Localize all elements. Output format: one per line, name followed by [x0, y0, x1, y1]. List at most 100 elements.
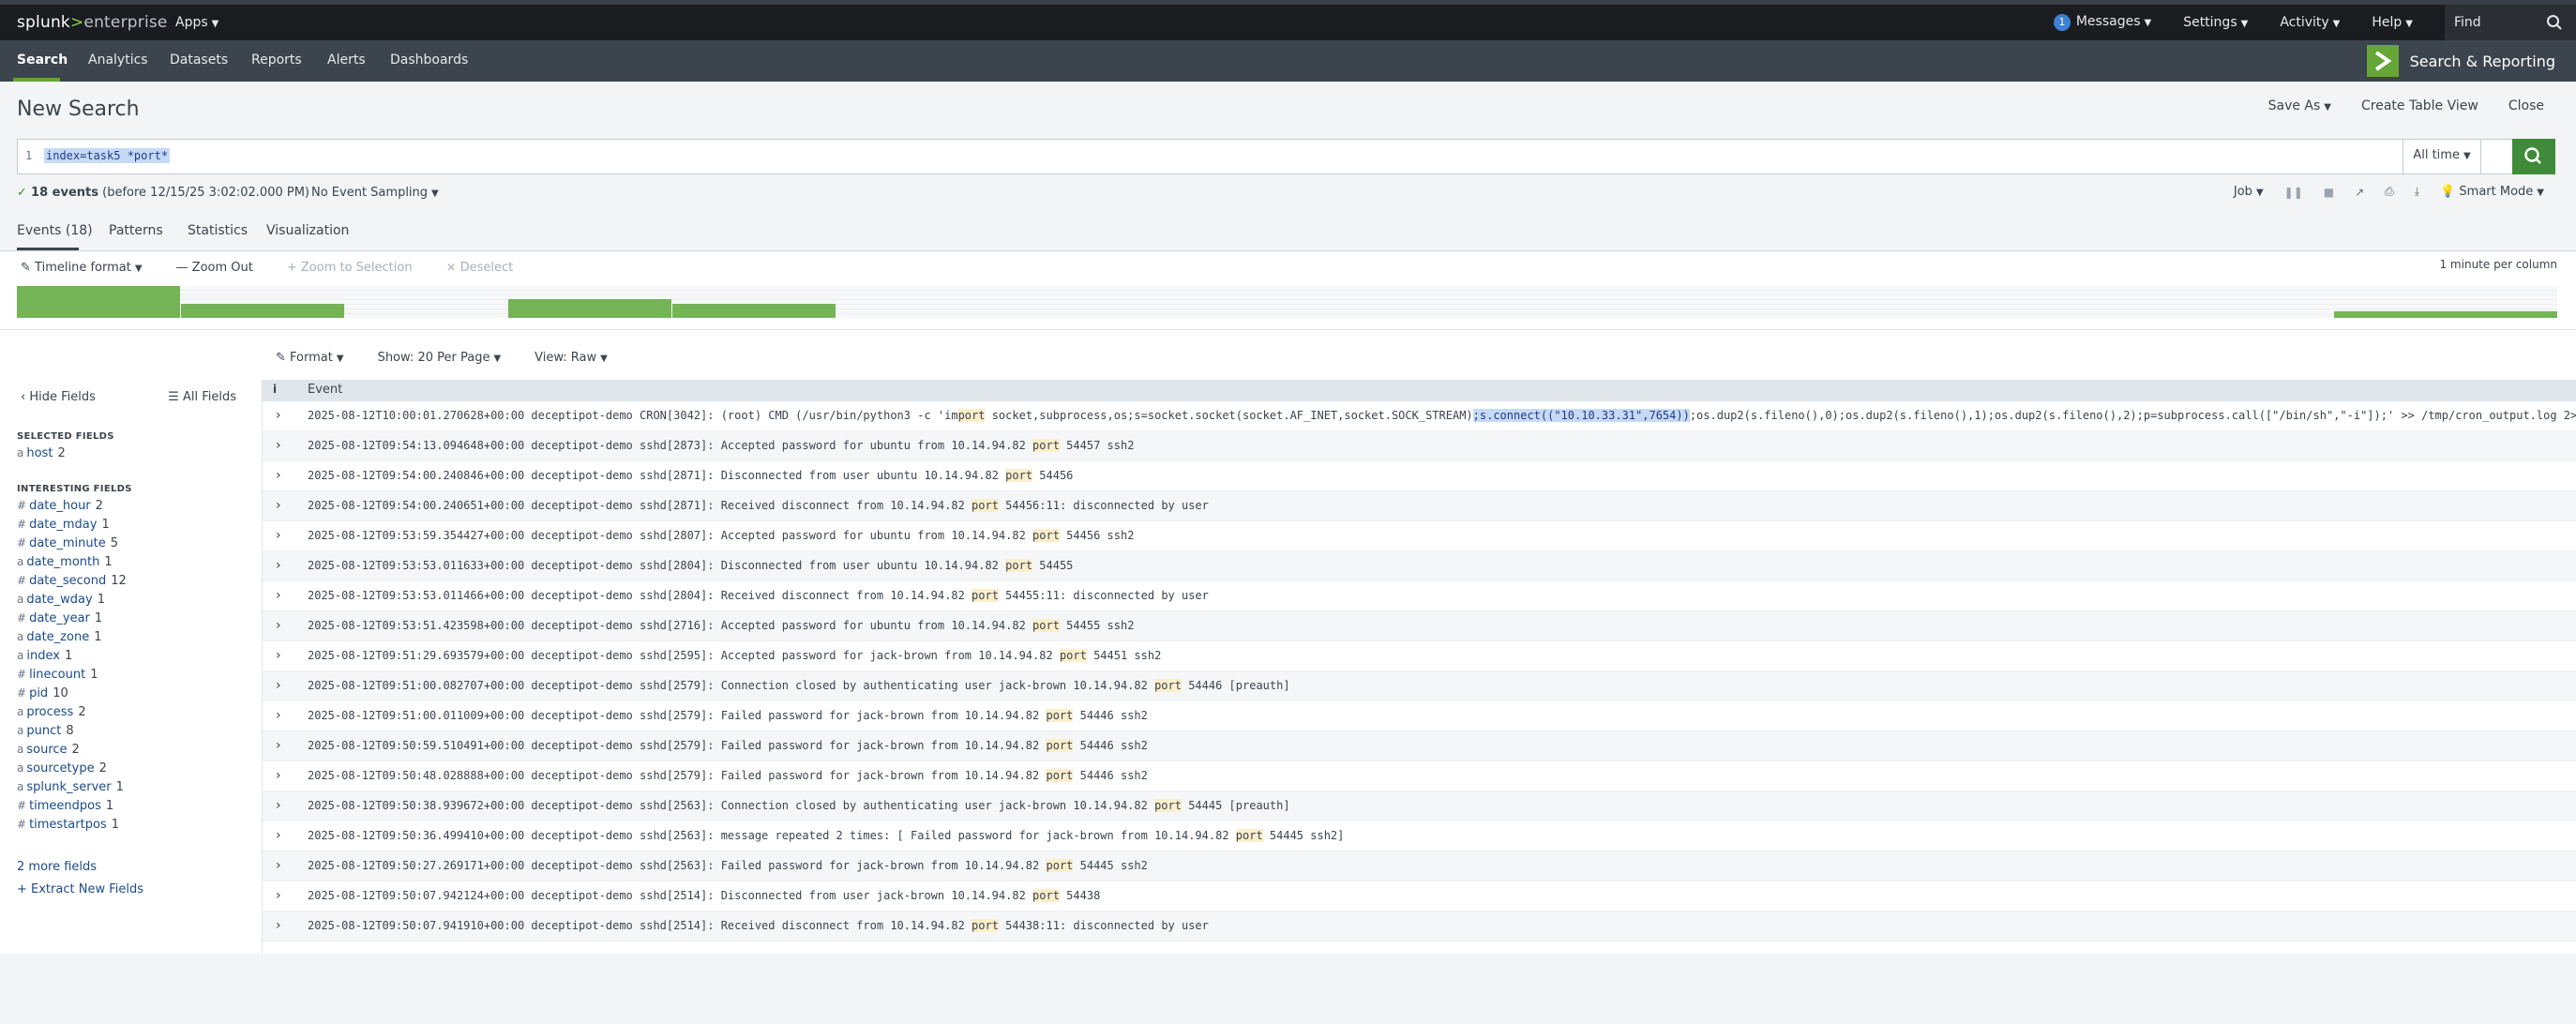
field-date_second[interactable]: # date_second 12 [17, 574, 127, 588]
chevron-right-icon[interactable]: › [276, 918, 281, 933]
chevron-right-icon[interactable]: › [276, 588, 281, 603]
chevron-right-icon[interactable]: › [276, 768, 281, 783]
field-date_mday[interactable]: # date_mday 1 [17, 518, 110, 532]
nav-tab-dashboards[interactable]: Dashboards [390, 53, 468, 68]
field-date_wday[interactable]: a date_wday 1 [17, 593, 105, 607]
event-text[interactable]: 2025-08-12T09:54:00.240651+00:00 decepti… [308, 499, 1209, 512]
more-fields-link[interactable]: 2 more fields [17, 860, 97, 874]
event-text[interactable]: 2025-08-12T09:51:00.011009+00:00 decepti… [308, 709, 1148, 722]
event-text[interactable]: 2025-08-12T09:53:51.423598+00:00 decepti… [308, 619, 1134, 632]
event-text[interactable]: 2025-08-12T09:50:07.942124+00:00 decepti… [308, 889, 1100, 902]
search-icon[interactable] [2546, 14, 2563, 31]
zoom-out-button[interactable]: — Zoom Out [176, 261, 253, 275]
time-range-picker[interactable]: All time ▼ [2403, 139, 2481, 174]
extract-new-fields-link[interactable]: + Extract New Fields [17, 882, 143, 896]
all-fields-button[interactable]: ☰ All Fields [168, 390, 236, 404]
nav-tab-search[interactable]: Search [17, 53, 68, 68]
view-menu[interactable]: View: Raw ▼ [535, 351, 608, 365]
event-text[interactable]: 2025-08-12T09:53:59.354427+00:00 decepti… [308, 529, 1134, 542]
event-text[interactable]: 2025-08-12T09:50:59.510491+00:00 decepti… [308, 739, 1148, 752]
search-query-input[interactable]: index=task5 *port* [44, 148, 171, 163]
tab-visualization[interactable]: Visualization [266, 223, 349, 238]
chevron-right-icon[interactable]: › [276, 618, 281, 633]
chevron-right-icon[interactable]: › [276, 888, 281, 903]
chevron-right-icon[interactable]: › [276, 828, 281, 843]
share-icon[interactable]: ↗ [2355, 186, 2364, 199]
save-as-button[interactable]: Save As ▼ [2268, 98, 2331, 113]
per-page-menu[interactable]: Show: 20 Per Page ▼ [378, 351, 502, 365]
job-menu[interactable]: Job ▼ [2234, 185, 2264, 199]
chevron-right-icon[interactable]: › [276, 498, 281, 513]
field-source[interactable]: a source 2 [17, 743, 80, 757]
nav-tab-reports[interactable]: Reports [251, 53, 302, 68]
chevron-right-icon[interactable]: › [276, 708, 281, 723]
timeline-bar[interactable] [2334, 311, 2557, 318]
field-date_year[interactable]: # date_year 1 [17, 611, 102, 625]
event-text[interactable]: 2025-08-12T09:51:29.693579+00:00 decepti… [308, 649, 1161, 662]
field-process[interactable]: a process 2 [17, 705, 86, 719]
zoom-to-selection-button[interactable]: + Zoom to Selection [287, 261, 413, 275]
field-linecount[interactable]: # linecount 1 [17, 668, 98, 682]
field-timeendpos[interactable]: # timeendpos 1 [17, 799, 113, 813]
deselect-button[interactable]: × Deselect [446, 261, 514, 275]
format-menu[interactable]: ✎ Format ▼ [276, 351, 344, 365]
timeline-bar[interactable] [17, 286, 180, 318]
timeline-format-menu[interactable]: ✎ Timeline format ▼ [21, 261, 143, 275]
field-date_month[interactable]: a date_month 1 [17, 555, 113, 569]
field-date_zone[interactable]: a date_zone 1 [17, 630, 101, 644]
chevron-right-icon[interactable]: › [276, 558, 281, 573]
settings-menu[interactable]: Settings ▼ [2183, 15, 2248, 30]
tab-statistics[interactable]: Statistics [188, 223, 248, 238]
event-text[interactable]: 2025-08-12T09:53:53.011466+00:00 decepti… [308, 589, 1209, 602]
field-date_minute[interactable]: # date_minute 5 [17, 536, 118, 550]
nav-tab-datasets[interactable]: Datasets [170, 53, 228, 68]
field-index[interactable]: a index 1 [17, 649, 72, 663]
timeline-bar[interactable] [180, 303, 344, 318]
event-text[interactable]: 2025-08-12T09:53:53.011633+00:00 decepti… [308, 559, 1073, 572]
field-host[interactable]: a host 2 [17, 446, 66, 460]
field-date_hour[interactable]: # date_hour 2 [17, 499, 103, 513]
apps-menu[interactable]: Apps ▼ [175, 15, 218, 30]
event-text[interactable]: 2025-08-12T09:54:13.094648+00:00 decepti… [308, 439, 1134, 452]
field-splunk_server[interactable]: a splunk_server 1 [17, 780, 124, 794]
pause-icon[interactable]: ❚❚ [2284, 186, 2303, 199]
create-table-view-button[interactable]: Create Table View [2361, 98, 2478, 113]
timeline-bar[interactable] [508, 298, 672, 318]
search-mode-menu[interactable]: 💡 Smart Mode ▼ [2440, 185, 2544, 199]
chevron-right-icon[interactable]: › [276, 738, 281, 753]
help-menu[interactable]: Help ▼ [2372, 15, 2413, 30]
close-button[interactable]: Close [2508, 98, 2544, 113]
field-sourcetype[interactable]: a sourcetype 2 [17, 761, 107, 776]
field-timestartpos[interactable]: # timestartpos 1 [17, 818, 119, 832]
nav-tab-alerts[interactable]: Alerts [327, 53, 366, 68]
stop-icon[interactable]: ■ [2324, 186, 2334, 199]
event-text[interactable]: 2025-08-12T10:00:01.270628+00:00 decepti… [308, 409, 2576, 422]
event-text[interactable]: 2025-08-12T09:51:00.082707+00:00 decepti… [308, 679, 1290, 692]
activity-menu[interactable]: Activity ▼ [2280, 15, 2340, 30]
print-icon[interactable]: ⎙ [2385, 185, 2394, 199]
chevron-right-icon[interactable]: › [276, 528, 281, 543]
nav-tab-analytics[interactable]: Analytics [88, 53, 148, 68]
event-text[interactable]: 2025-08-12T09:50:36.499410+00:00 decepti… [308, 829, 1344, 842]
event-sampling-menu[interactable]: No Event Sampling ▼ [311, 186, 439, 200]
chevron-right-icon[interactable]: › [276, 858, 281, 873]
timeline-chart[interactable] [17, 286, 2557, 318]
chevron-right-icon[interactable]: › [276, 438, 281, 453]
export-icon[interactable]: ⤓ [2415, 185, 2419, 199]
event-text[interactable]: 2025-08-12T09:50:38.939672+00:00 decepti… [308, 799, 1290, 812]
event-text[interactable]: 2025-08-12T09:50:07.941910+00:00 decepti… [308, 919, 1209, 932]
field-punct[interactable]: a punct 8 [17, 724, 74, 738]
event-text[interactable]: 2025-08-12T09:50:48.028888+00:00 decepti… [308, 769, 1148, 782]
splunk-logo[interactable]: splunk>enterprise [17, 13, 168, 32]
tab-patterns[interactable]: Patterns [109, 223, 163, 238]
chevron-right-icon[interactable]: › [276, 408, 281, 423]
event-text[interactable]: 2025-08-12T09:54:00.240846+00:00 decepti… [308, 469, 1073, 482]
messages-menu[interactable]: 1 Messages ▼ [2053, 14, 2151, 31]
search-submit-button[interactable] [2512, 139, 2555, 174]
chevron-right-icon[interactable]: › [276, 648, 281, 663]
chevron-right-icon[interactable]: › [276, 678, 281, 693]
chevron-right-icon[interactable]: › [276, 798, 281, 813]
timeline-bar[interactable] [672, 303, 836, 318]
find-input[interactable] [2454, 15, 2543, 30]
event-text[interactable]: 2025-08-12T09:50:27.269171+00:00 decepti… [308, 859, 1148, 872]
